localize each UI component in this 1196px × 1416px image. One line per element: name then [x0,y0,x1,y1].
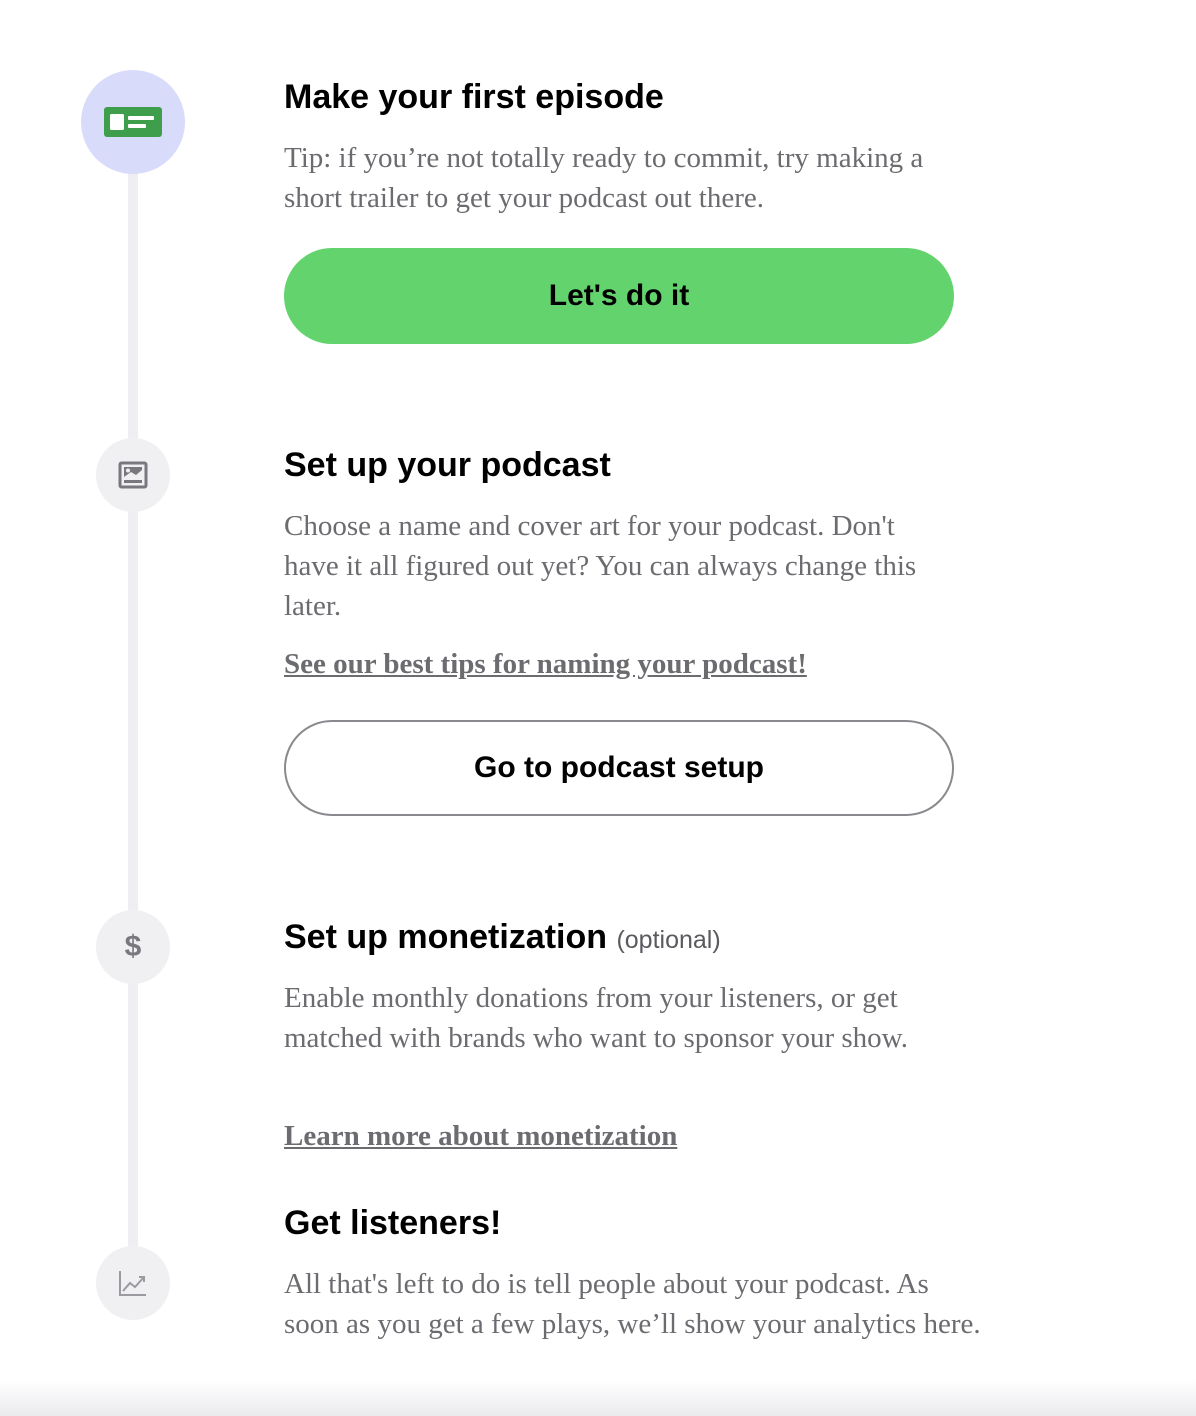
progress-timeline [128,120,138,1290]
step-4-indicator [96,1246,170,1320]
step-1-description: Tip: if you’re not totally ready to comm… [284,142,924,214]
episode-card-icon [104,107,162,137]
image-icon [118,460,148,490]
step-3-indicator: $ [96,910,170,984]
naming-tips-link[interactable]: See our best tips for naming your podcas… [284,648,807,681]
bottom-scroll-fade [0,1380,1196,1416]
dollar-icon: $ [124,930,142,963]
step-3-title-text: Set up monetization [284,918,607,956]
monetization-learn-more-link[interactable]: Learn more about monetization [284,1120,677,1153]
step-4-description: All that's left to do is tell people abo… [284,1268,981,1340]
step-3-title: Set up monetization (optional) [284,918,721,957]
analytics-chart-icon [118,1269,148,1297]
go-to-podcast-setup-button[interactable]: Go to podcast setup [284,720,954,816]
step-1-title: Make your first episode [284,78,664,116]
step-2-title: Set up your podcast [284,446,611,484]
step-2-indicator [96,438,170,512]
step-2-description: Choose a name and cover art for your pod… [284,510,917,622]
step-3-description: Enable monthly donations from your liste… [284,982,908,1054]
step-1-indicator [81,70,185,174]
lets-do-it-button[interactable]: Let's do it [284,248,954,344]
optional-tag: (optional) [616,926,721,954]
step-4-title: Get listeners! [284,1204,502,1242]
